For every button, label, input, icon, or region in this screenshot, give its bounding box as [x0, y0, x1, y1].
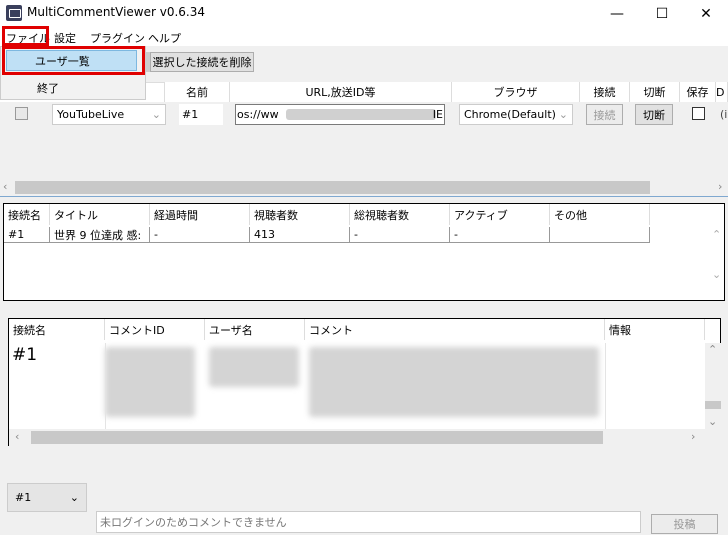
comment-row: #1	[9, 343, 705, 429]
meta-header-total-viewers: 総視聴者数	[350, 204, 450, 225]
comment-header-info: 情報	[605, 319, 705, 340]
connect-button[interactable]: 接続	[586, 104, 623, 125]
url-input-text: os://ww	[237, 108, 279, 121]
horizontal-scrollbar[interactable]: ‹ ›	[0, 179, 728, 196]
app-icon	[6, 5, 22, 21]
meta-cell-viewers: 413	[250, 227, 350, 243]
scroll-up-icon[interactable]: ⌃	[712, 228, 721, 241]
meta-cell-active: -	[450, 227, 550, 243]
title-bar: MultiCommentViewer v0.6.34 — ☐ ✕	[0, 0, 728, 27]
toolbar-separator	[146, 52, 150, 72]
scroll-left-icon[interactable]: ‹	[15, 430, 19, 443]
comment-header-comment-id: コメントID	[105, 319, 205, 340]
redacted-url	[286, 109, 436, 120]
maximize-button[interactable]: ☐	[640, 0, 684, 27]
connection-name-input[interactable]: #1	[179, 104, 223, 125]
redacted-comment-text	[309, 347, 599, 417]
scroll-down-icon[interactable]: ⌄	[712, 268, 721, 281]
url-input[interactable]: os://ww IE	[235, 104, 445, 125]
d-column-value: (i	[720, 108, 728, 121]
site-select[interactable]: YouTubeLive ⌄	[52, 104, 166, 125]
chevron-down-icon: ⌄	[69, 491, 79, 504]
header-url: URL,放送ID等	[230, 82, 452, 102]
site-select-value: YouTubeLive	[57, 108, 125, 121]
comment-vscrollbar[interactable]: ⌃ ⌄	[705, 343, 721, 446]
meta-header-active: アクティブ	[450, 204, 550, 225]
comment-hscrollbar[interactable]: ‹ ›	[9, 429, 705, 446]
meta-header-other: その他	[550, 204, 650, 225]
header-save: 保存	[680, 82, 716, 102]
connection-selector[interactable]: #1 ⌄	[7, 483, 87, 512]
minimize-button[interactable]: —	[595, 0, 639, 27]
menu-help[interactable]: ヘルプ	[148, 30, 181, 46]
chevron-down-icon: ⌄	[558, 108, 568, 121]
window-title: MultiCommentViewer v0.6.34	[27, 5, 206, 19]
scroll-down-icon[interactable]: ⌄	[708, 415, 717, 428]
scrollbar-thumb[interactable]	[31, 431, 603, 444]
browser-select[interactable]: Chrome(Default) ⌄	[459, 104, 573, 125]
header-name: 名前	[165, 82, 230, 102]
post-button[interactable]: 投稿	[651, 514, 718, 534]
comment-header-username: ユーザ名	[205, 319, 305, 340]
scrollbar-thumb[interactable]	[705, 401, 721, 409]
column-divider	[105, 343, 106, 429]
meta-cell-title: 世界 9 位達成 感:	[50, 227, 150, 243]
meta-table: 接続名 タイトル 経過時間 視聴者数 総視聴者数 アクティブ その他 #1 世界…	[3, 203, 725, 301]
meta-header-viewers: 視聴者数	[250, 204, 350, 225]
redacted-username	[209, 347, 299, 387]
menu-plugins[interactable]: プラグイン	[90, 30, 145, 46]
meta-header-elapsed: 経過時間	[150, 204, 250, 225]
meta-cell-connection: #1	[4, 227, 50, 243]
scroll-right-icon[interactable]: ›	[718, 180, 722, 193]
comment-connection-name: #1	[12, 345, 38, 365]
comment-header-comment: コメント	[305, 319, 605, 340]
file-menu-highlight-box	[2, 26, 49, 46]
header-disconnect: 切断	[630, 82, 680, 102]
meta-header-title: タイトル	[50, 204, 150, 225]
meta-cell-other	[550, 227, 650, 243]
meta-cell-elapsed: -	[150, 227, 250, 243]
menu-bar: ファイル 設定 プラグイン ヘルプ	[0, 27, 728, 46]
comment-table: 接続名 コメントID ユーザ名 コメント 情報 #1 ‹ › ⌃ ⌄	[8, 318, 721, 446]
chevron-down-icon: ⌄	[151, 108, 161, 121]
menu-item-exit[interactable]: 終了	[37, 80, 59, 96]
splitter[interactable]	[0, 196, 728, 197]
column-divider	[605, 343, 606, 429]
menu-settings[interactable]: 設定	[54, 30, 76, 46]
connection-selector-value: #1	[15, 491, 32, 504]
disconnect-button[interactable]: 切断	[635, 104, 673, 125]
user-list-highlight-box	[2, 46, 145, 75]
close-button[interactable]: ✕	[684, 0, 728, 27]
url-input-tail: IE	[432, 108, 443, 121]
header-connect: 接続	[580, 82, 630, 102]
comment-header-connection: 接続名	[9, 319, 105, 340]
comment-input[interactable]: 未ログインのためコメントできません	[96, 511, 641, 533]
delete-selected-connections-button[interactable]: 選択した接続を削除	[150, 52, 254, 72]
save-checkbox[interactable]	[692, 107, 705, 120]
scroll-right-icon[interactable]: ›	[691, 430, 695, 443]
meta-cell-total-viewers: -	[350, 227, 450, 243]
scrollbar-thumb[interactable]	[15, 181, 650, 194]
meta-header-connection: 接続名	[4, 204, 50, 225]
scroll-up-icon[interactable]: ⌃	[708, 343, 717, 356]
browser-select-value: Chrome(Default)	[464, 108, 556, 121]
redacted-comment-id	[105, 347, 195, 417]
header-browser: ブラウザ	[452, 82, 580, 102]
row-select-checkbox[interactable]	[15, 107, 28, 120]
header-d: D	[716, 82, 728, 102]
scroll-left-icon[interactable]: ‹	[3, 180, 7, 193]
